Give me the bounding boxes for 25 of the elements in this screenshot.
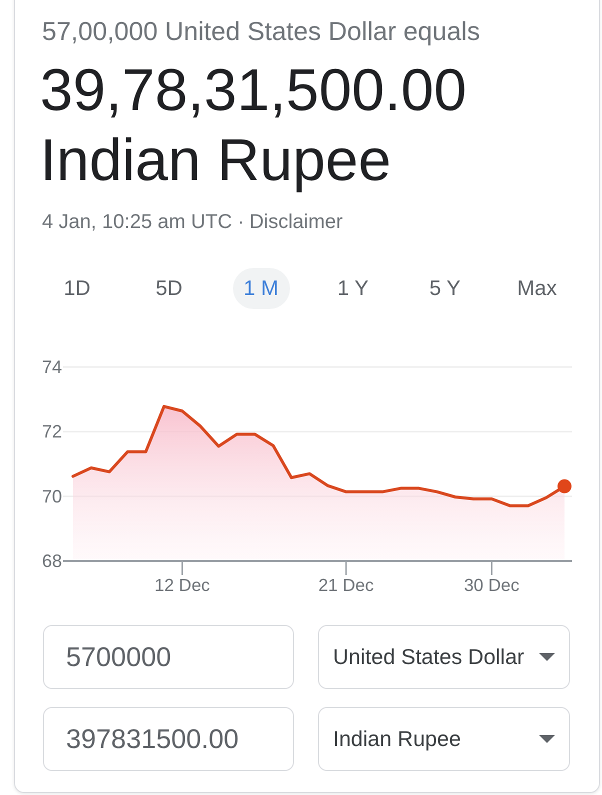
range-tab[interactable]: 1 Y [324,268,382,309]
range-tab[interactable]: Max [508,268,566,309]
axis-label: 72 [42,422,62,442]
range-tab[interactable]: 1D [48,268,106,309]
axis-label: 74 [42,357,62,377]
caret-icon [539,735,555,743]
amount-field[interactable]: 397831500.00 [43,707,294,771]
end-point-icon [558,479,572,494]
timestamp-text: 4 Jan, 10:25 am UTC · [42,210,244,235]
axis-label: 30 Dec [464,575,520,595]
amount-field[interactable]: 5700000 [43,625,294,689]
source-amount-text: 57,00,000 United States Dollar equals [42,15,480,47]
range-tab[interactable]: 5 Y [416,268,474,309]
range-tab[interactable]: 5D [140,268,198,309]
currency-dropdown[interactable]: Indian Rupee [318,707,570,771]
axis-label: 68 [42,551,62,571]
disclaimer-link[interactable]: Disclaimer [249,209,343,235]
range-tab[interactable]: 1 M [232,268,290,309]
axis-label: 70 [42,486,62,506]
currency-dropdown[interactable]: United States Dollar [318,625,570,689]
result-amount: 39,78,31,500.00 [40,56,467,125]
axis-label: 12 Dec [154,575,210,595]
result-currency: Indian Rupee [40,126,392,195]
caret-icon [539,653,555,661]
axis-label: 21 Dec [318,575,374,595]
